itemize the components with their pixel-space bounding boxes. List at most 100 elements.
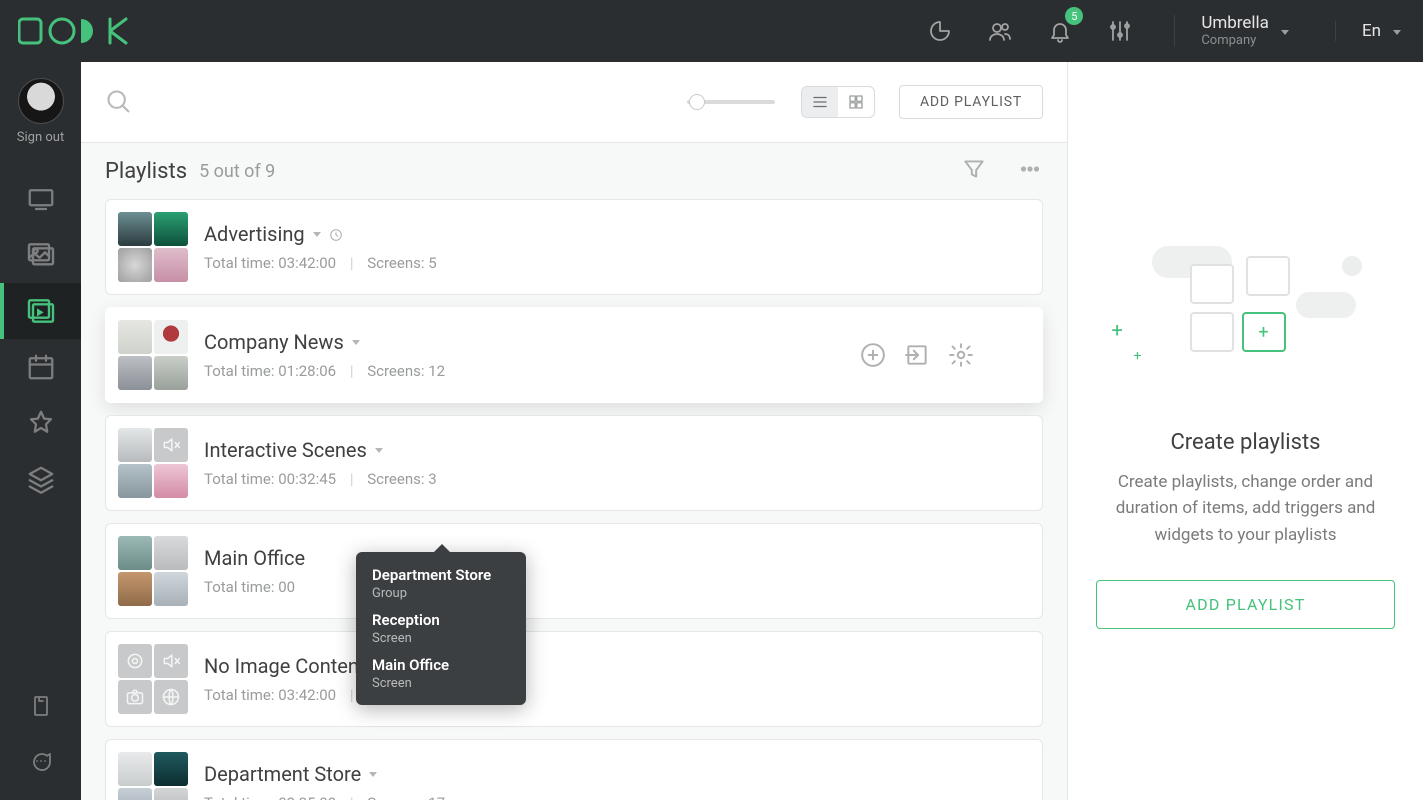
popover-item[interactable]: Department Store Group [372,566,510,601]
row-more-icon[interactable] [1008,662,1026,696]
playlist-thumbs [118,212,188,282]
screens-label: Screens: [367,362,428,380]
screens-count: 5 [428,254,436,272]
playlist-row[interactable]: No Image Content Total time: 03:42:00 | … [105,631,1043,727]
subheader: Playlists 5 out of 9 [81,143,1067,199]
total-time-label: Total time: [204,686,278,704]
search-icon[interactable] [105,88,133,116]
target-icon [118,644,152,678]
playlist-row[interactable]: Main Office Total time: 00 [105,523,1043,619]
total-time: 00:32:45 [278,470,336,488]
playlist-row[interactable]: Department Store Total time: 02:35:00 | … [105,739,1043,800]
camera-icon [118,680,152,714]
playlist-thumbs [118,536,188,606]
total-time-label: Total time: [204,254,278,272]
sidebar: Sign out [0,62,81,800]
playlist-name: Main Office [204,546,305,570]
nav-chat[interactable] [0,734,81,790]
chevron-down-icon [1281,30,1289,35]
view-list-button[interactable] [802,87,838,117]
playlist-row[interactable]: Advertising Total time: 03:42:00 | Scree… [105,199,1043,295]
playlist-row[interactable]: Interactive Scenes Total time: 00:32:45 … [105,415,1043,511]
user-avatar[interactable] [18,78,64,124]
chevron-down-icon[interactable] [369,772,377,777]
right-heading: Create playlists [1170,430,1320,455]
view-grid-button[interactable] [838,87,874,117]
popover-item-sub: Screen [372,676,510,691]
chevron-down-icon[interactable] [313,232,321,237]
total-time-label: Total time: [204,578,278,596]
playlist-count: 5 out of 9 [199,161,275,182]
popover-item-title: Reception [372,611,510,629]
screens-count: 12 [428,362,445,380]
playlist-name: Advertising [204,222,305,246]
users-icon[interactable] [988,19,1012,43]
account-menu[interactable]: Umbrella Company [1174,15,1289,47]
total-time-label: Total time: [204,794,278,800]
playlist-thumbs [118,320,188,390]
screens-label: Screens: [367,470,428,488]
stats-icon[interactable] [928,19,952,43]
row-more-icon[interactable] [1008,230,1026,264]
row-more-icon[interactable] [1008,554,1026,588]
total-time: 02:35:00 [278,794,336,800]
more-icon[interactable] [1017,156,1043,186]
nav-help[interactable] [0,678,81,734]
nav-playlists[interactable] [0,283,81,339]
gear-icon[interactable] [948,342,974,368]
right-description: Create playlists, change order and durat… [1096,469,1395,548]
filter-icon[interactable] [961,156,987,186]
add-playlist-button[interactable]: ADD PLAYLIST [899,85,1043,119]
screens-popover: Department Store Group Reception Screen … [356,552,526,705]
playlist-thumbs [118,428,188,498]
playlist-row[interactable]: Company News Total time: 01:28:06 | Scre… [105,307,1043,403]
popover-item[interactable]: Main Office Screen [372,656,510,691]
row-more-icon[interactable] [1008,770,1026,800]
right-panel: ++ Create playlists Create playlists, ch… [1068,62,1423,800]
add-icon[interactable] [860,342,886,368]
notifications-icon[interactable]: 5 [1048,19,1072,43]
account-name: Umbrella [1201,15,1269,32]
nav-schedule[interactable] [0,339,81,395]
import-icon[interactable] [904,342,930,368]
settings-sliders-icon[interactable] [1108,19,1132,43]
playlist-name: Interactive Scenes [204,438,367,462]
empty-illustration: ++ [1126,252,1366,402]
language-menu[interactable]: En [1335,21,1401,41]
language-label: En [1362,21,1381,41]
playlist-list: Advertising Total time: 03:42:00 | Scree… [81,199,1067,800]
chevron-down-icon[interactable] [352,340,360,345]
signout-link[interactable]: Sign out [17,130,64,145]
chevron-down-icon [1393,30,1401,35]
total-time-label: Total time: [204,470,278,488]
account-type: Company [1201,34,1269,47]
right-add-playlist-button[interactable]: ADD PLAYLIST [1096,580,1395,629]
row-more-icon[interactable] [1008,446,1026,480]
nav-screens[interactable] [0,171,81,227]
topbar: 5 Umbrella Company En [0,0,1423,62]
center-column: ADD PLAYLIST Playlists 5 out of 9 [81,62,1068,800]
zoom-slider[interactable] [687,100,775,104]
total-time: 03:42:00 [278,254,336,272]
popover-item-title: Main Office [372,656,510,674]
view-toggle [801,86,875,118]
playlist-name: No Image Content [204,654,366,678]
app-logo[interactable] [18,15,144,47]
row-more-icon[interactable] [992,342,1026,369]
screens-label: Screens: [367,254,428,272]
playlist-thumbs [118,752,188,800]
chevron-down-icon[interactable] [375,448,383,453]
playlist-name: Company News [204,330,344,354]
mute-icon [154,428,188,462]
popover-item[interactable]: Reception Screen [372,611,510,646]
popover-item-sub: Group [372,586,510,601]
playlist-name: Department Store [204,762,361,786]
nav-scenes[interactable] [0,395,81,451]
toolbar: ADD PLAYLIST [81,62,1067,143]
screens-count: 3 [428,470,436,488]
total-time: 00 [278,578,295,596]
nav-layers[interactable] [0,451,81,507]
total-time: 01:28:06 [278,362,336,380]
globe-icon [154,680,188,714]
nav-media[interactable] [0,227,81,283]
